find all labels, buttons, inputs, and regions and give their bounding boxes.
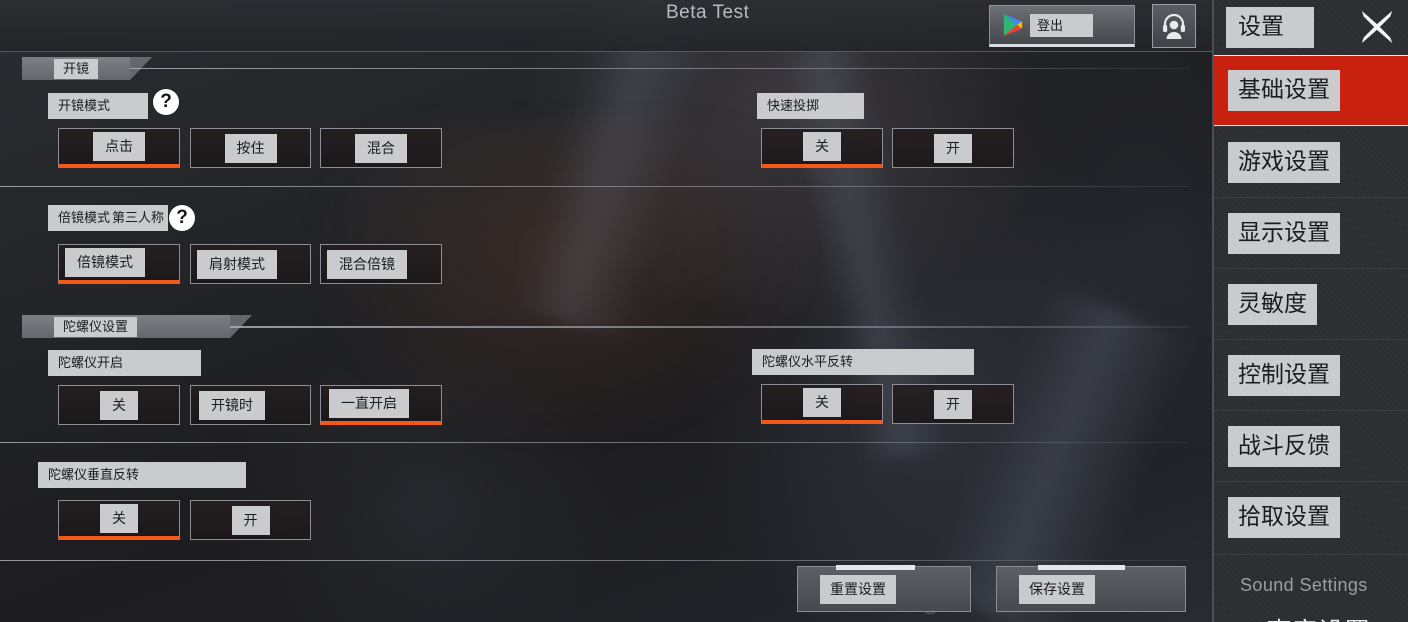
- option-gyro-enable-2[interactable]: 一直开启: [320, 385, 442, 425]
- field-label-gyro-enable: 陀螺仪开启: [48, 350, 201, 376]
- option-label: 关: [803, 132, 841, 161]
- option-gyro-enable-1[interactable]: 开镜时: [190, 385, 311, 425]
- option-magnify-mode-0[interactable]: 倍镜模式: [58, 244, 180, 284]
- support-button[interactable]: [1152, 4, 1196, 48]
- option-label: 肩射模式: [197, 249, 277, 279]
- option-label: 开: [934, 133, 972, 163]
- sidebar-item-label: 灵敏度: [1228, 283, 1317, 325]
- sidebar-header: 设置: [1214, 0, 1408, 55]
- option-gyro-vflip-0[interactable]: 关: [58, 500, 180, 540]
- option-quick-throw-1[interactable]: 开: [892, 128, 1014, 168]
- option-label: 关: [100, 504, 138, 533]
- reset-settings-button[interactable]: 重置设置: [797, 565, 971, 612]
- save-settings-label: 保存设置: [1019, 574, 1095, 604]
- option-gyro-enable-0[interactable]: 关: [58, 385, 180, 425]
- sidebar-item-label: 战斗反馈: [1228, 425, 1340, 467]
- option-label: 关: [100, 390, 138, 420]
- option-scope-mode-2[interactable]: 混合: [320, 128, 442, 168]
- sidebar-item-label: 游戏设置: [1228, 141, 1340, 183]
- sidebar-item-label: 拾取设置: [1228, 496, 1340, 538]
- row-divider: [0, 560, 1190, 561]
- option-gyro-hflip-0[interactable]: 关: [761, 384, 883, 424]
- sidebar-item-game[interactable]: 游戏设置: [1214, 126, 1408, 197]
- option-label: 混合: [355, 133, 407, 163]
- sidebar-item-display[interactable]: 显示设置: [1214, 197, 1408, 268]
- field-label-gyro-vflip: 陀螺仪垂直反转: [38, 462, 246, 488]
- logout-label: 登出: [1030, 13, 1094, 37]
- row-divider: [0, 442, 1190, 443]
- top-bar: Beta Test 登出: [0, 0, 1408, 52]
- option-label: 开: [934, 389, 972, 419]
- option-scope-mode-1[interactable]: 按住: [190, 128, 311, 168]
- sidebar-item-label: 显示设置: [1228, 212, 1340, 254]
- option-label: 关: [803, 388, 841, 417]
- field-label-magnify-extra: 第三人称: [112, 210, 165, 225]
- question-mark-icon[interactable]: ?: [153, 89, 179, 115]
- google-play-icon: [1003, 14, 1023, 36]
- option-magnify-mode-2[interactable]: 混合倍镜: [320, 244, 442, 284]
- page-title: Beta Test: [666, 2, 750, 23]
- sidebar-item-combat-feedback[interactable]: 战斗反馈: [1214, 410, 1408, 481]
- section-divider: [230, 326, 1190, 328]
- section-tab-label: 陀螺仪设置: [54, 316, 138, 337]
- close-icon[interactable]: [1358, 8, 1396, 46]
- sidebar-title: 设置: [1226, 7, 1314, 48]
- option-scope-mode-0[interactable]: 点击: [58, 128, 180, 168]
- headset-support-icon: [1163, 13, 1185, 39]
- settings-sidebar: 设置 基础设置 游戏设置 显示设置 灵敏度 控制设置 战斗反馈 拾取设置 Sou…: [1212, 0, 1408, 622]
- sidebar-item-label: 基础设置: [1228, 70, 1340, 111]
- reset-settings-label: 重置设置: [820, 574, 896, 604]
- option-quick-throw-0[interactable]: 关: [761, 128, 883, 168]
- logout-button[interactable]: 登出: [989, 5, 1135, 47]
- sidebar-item-sensitivity[interactable]: 灵敏度: [1214, 268, 1408, 339]
- settings-screen: Beta Test 登出 开镜 开镜模式 ? 点击 按住 混合 快速投掷 关 开…: [0, 0, 1408, 622]
- row-divider: [0, 186, 1190, 187]
- option-label: 开镜时: [199, 390, 265, 420]
- option-label: 点击: [93, 132, 145, 161]
- option-label: 倍镜模式: [65, 248, 145, 277]
- settings-content: 开镜 开镜模式 ? 点击 按住 混合 快速投掷 关 开 倍镜模式 第三人称 ? …: [0, 52, 1212, 622]
- option-magnify-mode-1[interactable]: 肩射模式: [190, 244, 311, 284]
- save-settings-button[interactable]: 保存设置: [996, 565, 1186, 612]
- field-label-magnify-mode: 倍镜模式 第三人称: [48, 205, 168, 231]
- sidebar-item-pickup[interactable]: 拾取设置: [1214, 481, 1408, 552]
- option-gyro-vflip-1[interactable]: 开: [190, 500, 311, 540]
- section-divider: [130, 68, 1190, 69]
- option-label: 一直开启: [329, 389, 409, 418]
- option-label: 按住: [224, 133, 277, 163]
- option-gyro-hflip-1[interactable]: 开: [892, 384, 1014, 424]
- sidebar-footer-clipped-label: 声音设置: [1266, 612, 1370, 622]
- question-mark-icon[interactable]: ?: [169, 205, 195, 231]
- option-label: 开: [231, 505, 270, 535]
- sidebar-item-controls[interactable]: 控制设置: [1214, 339, 1408, 410]
- sidebar-item-sound[interactable]: Sound Settings 声音设置: [1214, 554, 1408, 622]
- field-label-gyro-hflip: 陀螺仪水平反转: [752, 349, 974, 375]
- sidebar-item-basic[interactable]: 基础设置: [1214, 55, 1408, 126]
- section-tab-label: 开镜: [54, 58, 99, 79]
- field-label-scope-mode: 开镜模式: [48, 93, 148, 119]
- option-label: 混合倍镜: [327, 249, 407, 279]
- sidebar-footer-label: Sound Settings: [1240, 575, 1368, 595]
- sidebar-item-label: 控制设置: [1228, 354, 1340, 396]
- field-label-quick-throw: 快速投掷: [757, 93, 864, 119]
- section-tab-gyro[interactable]: 陀螺仪设置: [22, 315, 252, 338]
- section-tab-scope[interactable]: 开镜: [22, 57, 152, 80]
